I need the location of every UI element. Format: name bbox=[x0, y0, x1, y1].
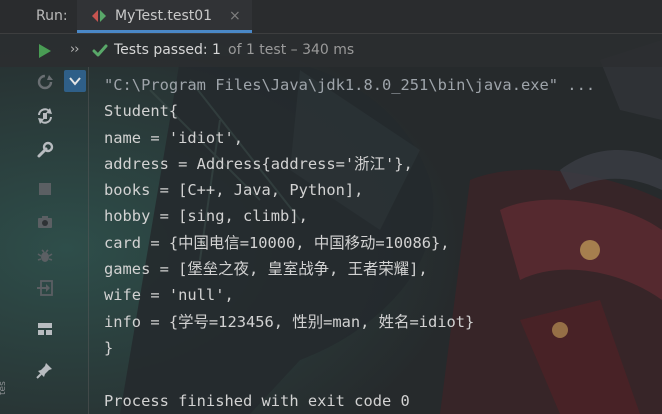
tests-detail-text: of 1 test – 340 ms bbox=[228, 42, 355, 58]
stop-icon[interactable] bbox=[36, 180, 54, 198]
console-line: wife = 'null', bbox=[104, 286, 234, 305]
panel-divider bbox=[88, 67, 89, 414]
test-status-bar: ›› Tests passed: 1 of 1 test – 340 ms bbox=[0, 34, 662, 67]
pin-icon[interactable] bbox=[36, 361, 54, 379]
console-line: } bbox=[104, 338, 114, 357]
tab-label: MyTest.test01 bbox=[115, 8, 213, 24]
active-tab-indicator bbox=[77, 30, 252, 33]
tab-mytest-test01[interactable]: MyTest.test01 × bbox=[77, 0, 252, 33]
side-edge-text: tes bbox=[0, 381, 8, 395]
console-line: Student{ bbox=[104, 102, 179, 121]
collapse-tree-button[interactable] bbox=[64, 70, 86, 92]
camera-icon[interactable] bbox=[36, 213, 54, 231]
tests-passed-label: Tests passed: bbox=[114, 42, 208, 58]
run-tab-bar: Run: MyTest.test01 × bbox=[0, 0, 662, 34]
sync-icon[interactable] bbox=[36, 107, 54, 125]
layout-icon[interactable] bbox=[36, 320, 54, 338]
console-line: card = {中国电信=10000, 中国移动=10086}, bbox=[104, 233, 450, 252]
console-line: info = {学号=123456, 性别=man, 姓名=idiot} bbox=[104, 312, 475, 331]
import-icon[interactable] bbox=[36, 279, 54, 297]
console-line: hobby = [sing, climb], bbox=[104, 207, 308, 226]
tests-passed-count: 1 bbox=[212, 42, 221, 58]
rerun-icon[interactable] bbox=[36, 73, 54, 91]
close-icon[interactable]: × bbox=[229, 8, 241, 24]
console-line-command: "C:\Program Files\Java\jdk1.8.0_251\bin\… bbox=[104, 76, 596, 94]
console-output[interactable]: "C:\Program Files\Java\jdk1.8.0_251\bin\… bbox=[104, 72, 595, 414]
chevron-double-right-icon[interactable]: ›› bbox=[70, 42, 79, 57]
console-line-exit: Process finished with exit code 0 bbox=[104, 391, 410, 410]
wrench-icon[interactable] bbox=[36, 141, 54, 159]
console-line: books = [C++, Java, Python], bbox=[104, 181, 364, 200]
run-toolbar: tes bbox=[0, 67, 54, 414]
chevron-down-icon bbox=[69, 77, 81, 86]
check-icon bbox=[92, 44, 108, 57]
run-label: Run: bbox=[36, 8, 68, 24]
test-config-icon bbox=[92, 10, 106, 22]
run-icon[interactable] bbox=[38, 43, 52, 59]
console-line: games = [堡垒之夜, 皇室战争, 王者荣耀], bbox=[104, 260, 428, 279]
console-line: name = 'idiot', bbox=[104, 128, 243, 147]
tests-passed-text: Tests passed: 1 bbox=[114, 42, 221, 58]
console-line: address = Address{address='浙江'}, bbox=[104, 154, 413, 173]
bug-icon[interactable] bbox=[36, 247, 54, 265]
